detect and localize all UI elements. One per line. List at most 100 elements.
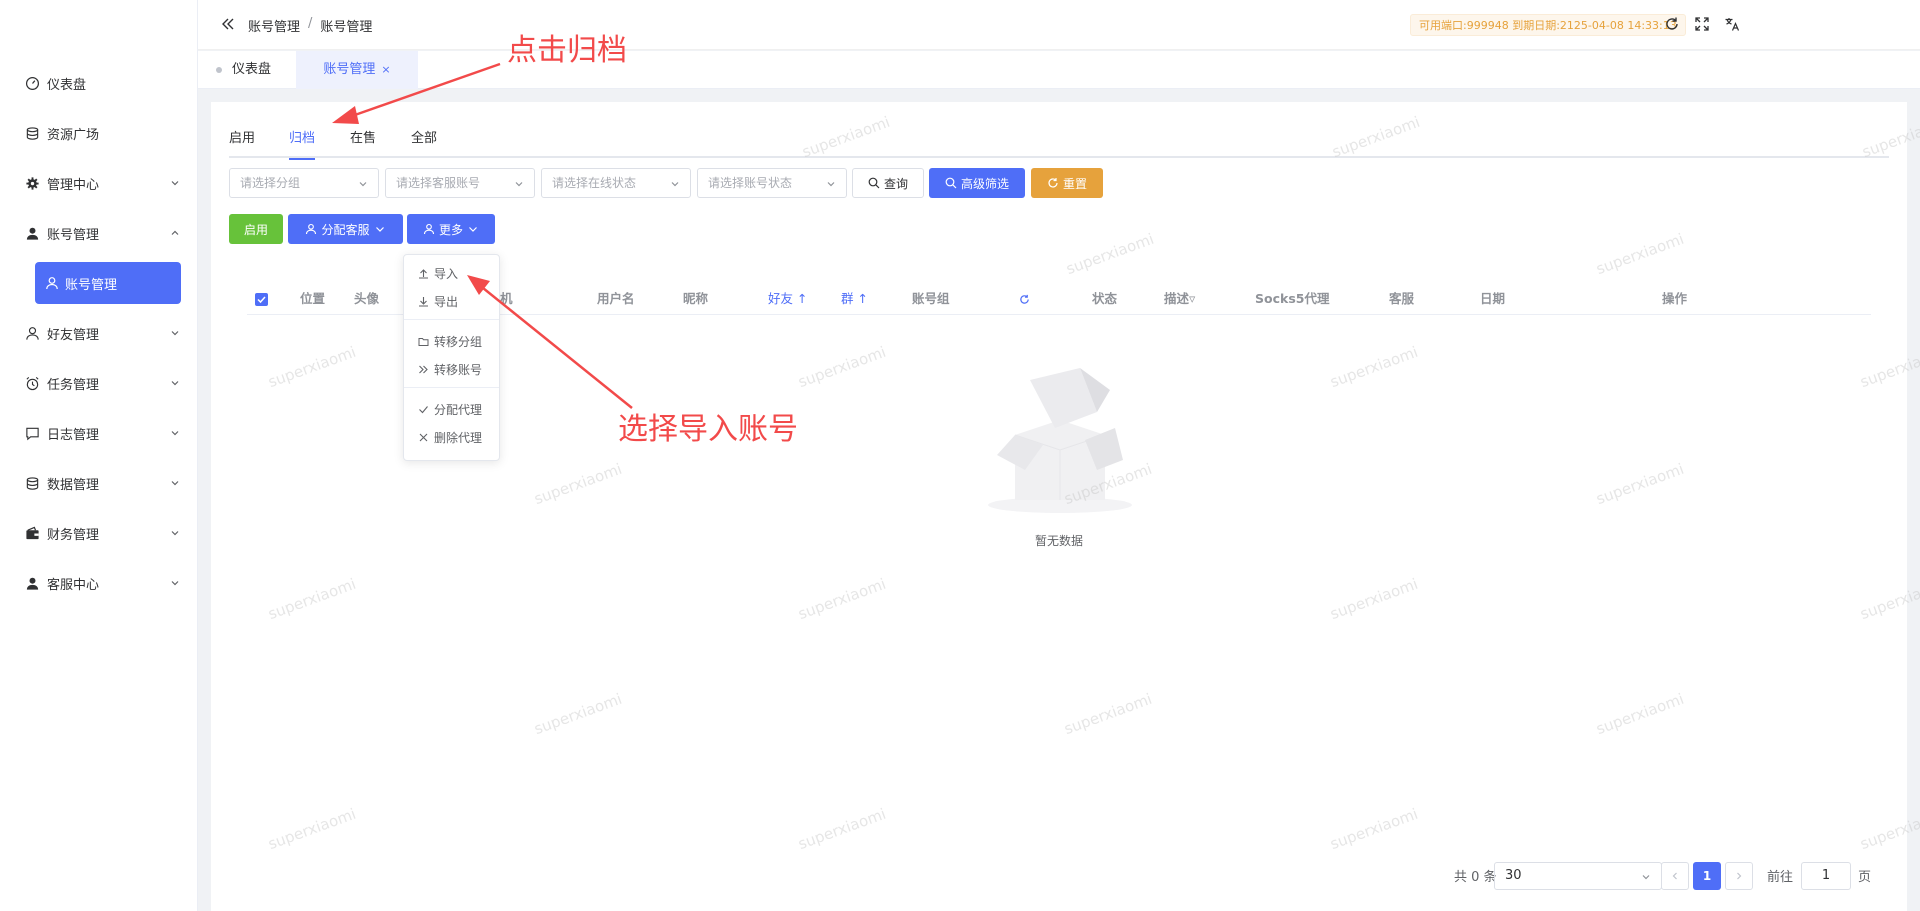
prev-page-button[interactable] [1661,862,1689,890]
sidebar-item-dashboard[interactable]: 仪表盘 [0,58,198,108]
menu-item-transfer-account[interactable]: 转移账号 [404,355,499,383]
breadcrumb-item[interactable]: 账号管理 [248,16,300,35]
online-status-select[interactable]: 请选择在线状态 [541,168,691,198]
refresh-icon [1048,178,1058,188]
sidebar-menu: 仪表盘 资源广场 管理中心 账号管理 账号管理 好友管理 任务管理 日志管理 数… [0,58,198,608]
database-icon [24,125,40,141]
sort-arrows-icon: ↑ [853,291,868,306]
user-outline-icon [45,276,59,290]
column-header: 操作 [1662,291,1688,306]
page-size-select[interactable]: 30 [1494,862,1662,890]
enable-label: 启用 [243,222,268,237]
fullscreen-icon[interactable] [1694,16,1710,32]
translate-icon[interactable] [1724,16,1740,32]
goto-label: 前往 [1767,870,1794,885]
sidebar-item-label: 好友管理 [47,327,100,343]
chat-bubble-icon [24,425,40,441]
enable-button[interactable]: 启用 [229,214,283,244]
download-icon [419,296,428,307]
sidebar-subitem-account-management[interactable]: 账号管理 [35,262,181,304]
cs-account-select[interactable]: 请选择客服账号 [385,168,535,198]
breadcrumb-separator: / [308,16,313,31]
sidebar-item-task-management[interactable]: 任务管理 [0,358,198,408]
menu-item-export[interactable]: 导出 [404,287,499,315]
query-button[interactable]: 查询 [852,168,924,198]
chevron-down-icon [359,182,367,187]
cs-account-select-placeholder: 请选择客服账号 [396,176,481,190]
sidebar-item-data-management[interactable]: 数据管理 [0,458,198,508]
chevron-up-icon [171,230,179,235]
menu-item-delete-proxy[interactable]: 删除代理 [404,423,499,451]
sidebar-item-friend-management[interactable]: 好友管理 [0,308,198,358]
refresh-icon[interactable] [1664,16,1680,32]
tab-label: 账号管理 [323,62,376,77]
empty-box-illustration [988,368,1132,513]
chevron-down-icon [469,227,477,232]
sidebar-item-log-management[interactable]: 日志管理 [0,408,198,458]
select-all-checkbox[interactable] [255,293,268,306]
collapse-sidebar-icon[interactable] [220,16,236,32]
empty-text: 暂无数据 [1034,534,1083,548]
page-number-current[interactable]: 1 [1693,862,1721,890]
sidebar-item-management-center[interactable]: 管理中心 [0,158,198,208]
sidebar-item-account-management[interactable]: 账号管理 [0,208,198,258]
chevron-down-icon [171,381,179,386]
group-select[interactable]: 请选择分组 [229,168,379,198]
chevron-down-icon [827,182,835,187]
column-header-sortable[interactable]: 好友 ↑ [768,283,807,315]
gear-icon [24,175,40,191]
tab-all[interactable]: 全部 [411,128,437,158]
column-header-label: 描述 [1164,291,1190,306]
more-dropdown-menu: 导入 导出 转移分组 转移账号 分配代理 删除代理 [403,254,500,461]
filter-icon: ▿ [1189,291,1196,306]
goto-page-input[interactable]: 1 [1801,862,1851,890]
next-page-button[interactable] [1725,862,1753,890]
sort-arrows-icon: ↑ [793,291,808,306]
menu-item-label: 导出 [434,294,459,309]
reset-button[interactable]: 重置 [1031,168,1103,198]
sidebar-item-label: 财务管理 [47,527,100,543]
menu-divider [404,387,499,388]
tab-account-management[interactable]: 账号管理 × [296,51,418,89]
page-unit-label: 页 [1858,870,1872,885]
assign-cs-label: 分配客服 [321,222,370,237]
check-icon [419,405,428,413]
sidebar-item-label: 仪表盘 [47,77,87,93]
menu-item-label: 转移分组 [434,334,483,349]
sidebar-item-label: 账号管理 [47,227,100,243]
account-status-select[interactable]: 请选择账号状态 [697,168,847,198]
tab-archived[interactable]: 归档 [289,128,316,160]
sidebar-item-resource-square[interactable]: 资源广场 [0,108,198,158]
user-outline-icon [423,223,435,235]
advanced-filter-label: 高级筛选 [960,176,1009,191]
chevron-down-icon [515,182,523,187]
tab-dashboard[interactable]: 仪表盘 [216,51,271,89]
user-icon [24,225,40,241]
close-icon [419,433,428,441]
upload-icon [419,268,428,279]
menu-item-assign-proxy[interactable]: 分配代理 [404,395,499,423]
close-icon[interactable]: × [381,63,390,76]
advanced-filter-button[interactable]: 高级筛选 [929,168,1025,198]
menu-item-transfer-group[interactable]: 转移分组 [404,327,499,355]
tab-enabled[interactable]: 启用 [229,128,255,158]
menu-item-label: 分配代理 [434,402,483,417]
query-label: 查询 [883,176,908,191]
column-header-sortable[interactable]: 群 ↑ [841,283,868,315]
pagination-total: 共 0 条 [1454,870,1497,885]
top-header: 账号管理 / 账号管理 可用端口:999948 到期日期:2125-04-08 … [198,0,1920,50]
more-button[interactable]: 更多 [407,214,495,244]
search-icon [868,177,880,189]
dashboard-icon [24,75,40,91]
assign-cs-button[interactable]: 分配客服 [288,214,403,244]
menu-item-import[interactable]: 导入 [404,259,499,287]
sidebar-item-finance-management[interactable]: 财务管理 [0,508,198,558]
group-select-placeholder: 请选择分组 [240,176,301,190]
refresh-icon[interactable] [1019,294,1030,305]
tab-on-sale[interactable]: 在售 [350,128,376,158]
column-header: 日期 [1480,291,1506,306]
folder-icon [418,337,429,346]
sidebar-item-customer-service[interactable]: 客服中心 [0,558,198,608]
column-header-filterable[interactable]: 描述▿ [1164,283,1195,315]
column-header: 账号组 [912,291,950,306]
